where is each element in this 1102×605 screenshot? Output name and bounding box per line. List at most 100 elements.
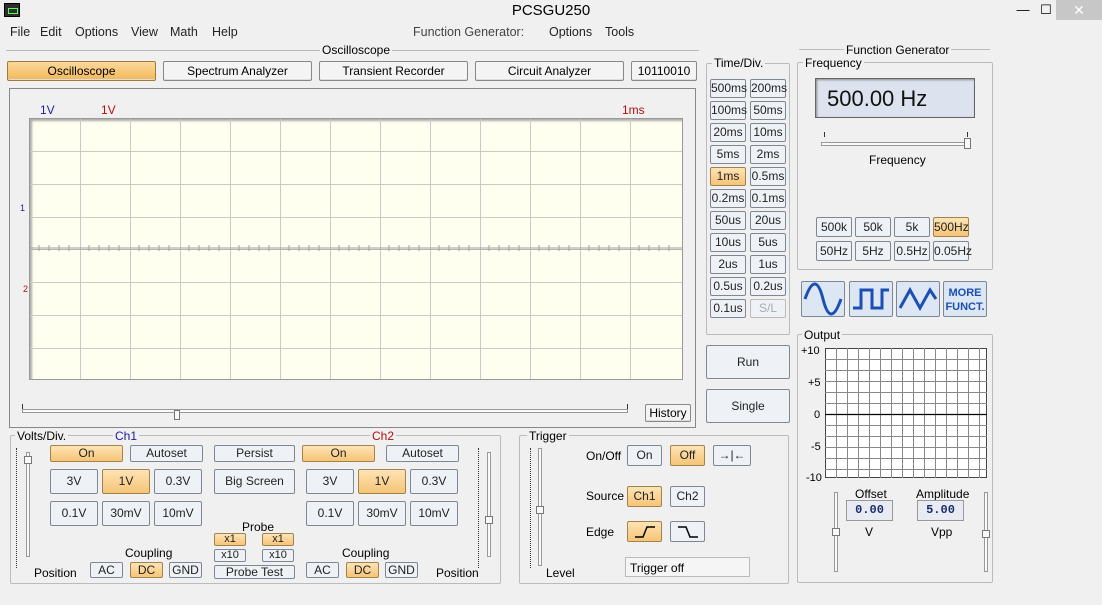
ch1-position-thumb[interactable]: [24, 456, 32, 464]
ch2-ac-button[interactable]: AC: [306, 562, 339, 578]
ch1-position-slider[interactable]: [26, 452, 30, 557]
close-button[interactable]: ✕: [1056, 0, 1102, 20]
tab-logic-code[interactable]: 10110010: [631, 61, 697, 81]
ch1-ac-button[interactable]: AC: [90, 562, 123, 578]
ch2-gnd-button[interactable]: GND: [385, 562, 418, 578]
timediv-button[interactable]: 5us: [750, 233, 786, 252]
history-slider[interactable]: [22, 409, 628, 413]
run-button[interactable]: Run: [706, 345, 790, 379]
ch2-dc-button[interactable]: DC: [346, 562, 379, 578]
ch1-1v-button[interactable]: 1V: [102, 469, 150, 494]
menu-options[interactable]: Options: [75, 25, 118, 39]
timediv-button[interactable]: S/L: [750, 299, 786, 318]
timediv-button[interactable]: 5ms: [710, 145, 746, 164]
ch2-3v-button[interactable]: 3V: [306, 469, 354, 494]
ch1-03v-button[interactable]: 0.3V: [154, 469, 202, 494]
ch2-probe-x1-button[interactable]: x1: [262, 533, 294, 546]
single-button[interactable]: Single: [706, 389, 790, 423]
timediv-button[interactable]: 20us: [750, 211, 786, 230]
fg-range-button[interactable]: 50k: [855, 217, 891, 237]
ch2-probe-x10-button[interactable]: x10: [262, 549, 294, 562]
timediv-button[interactable]: 50ms: [750, 101, 786, 120]
timediv-button[interactable]: 2us: [710, 255, 746, 274]
trigger-off-button[interactable]: Off: [670, 445, 705, 466]
ch2-10mv-button[interactable]: 10mV: [410, 501, 458, 526]
ch2-1v-button[interactable]: 1V: [358, 469, 406, 494]
history-button[interactable]: History: [645, 404, 691, 422]
fg-range-button[interactable]: 5k: [894, 217, 930, 237]
ch2-on-button[interactable]: On: [302, 445, 375, 462]
ch2-30mv-button[interactable]: 30mV: [358, 501, 406, 526]
fg-range-button[interactable]: 0.5Hz: [894, 241, 930, 261]
probe-test-button[interactable]: Probe Test: [214, 565, 295, 579]
ch2-01v-button[interactable]: 0.1V: [306, 501, 354, 526]
more-functions-label-1: MORE: [948, 287, 982, 299]
menu-view[interactable]: View: [131, 25, 158, 39]
square-wave-button[interactable]: [849, 281, 893, 317]
trigger-falling-edge-button[interactable]: [670, 521, 705, 542]
timediv-button[interactable]: 50us: [710, 211, 746, 230]
history-slider-thumb[interactable]: [174, 410, 180, 420]
timediv-button[interactable]: 1us: [750, 255, 786, 274]
trigger-source-ch2-button[interactable]: Ch2: [670, 486, 705, 507]
timediv-button[interactable]: 0.1ms: [750, 189, 786, 208]
ch1-30mv-button[interactable]: 30mV: [102, 501, 150, 526]
menu-math[interactable]: Math: [170, 25, 198, 39]
timediv-button[interactable]: 0.5ms: [750, 167, 786, 186]
timediv-button[interactable]: 20ms: [710, 123, 746, 142]
ch1-probe-x1-button[interactable]: x1: [214, 533, 246, 546]
trigger-center-button[interactable]: →|←: [713, 445, 751, 466]
ch2-position-thumb[interactable]: [485, 516, 493, 524]
fg-range-button[interactable]: 0.05Hz: [933, 241, 972, 261]
ch1-gnd-button[interactable]: GND: [169, 562, 202, 578]
ch2-autoset-button[interactable]: Autoset: [386, 445, 459, 462]
timediv-button[interactable]: 0.2ms: [710, 189, 746, 208]
big-screen-button[interactable]: Big Screen: [214, 469, 295, 494]
ch1-dc-button[interactable]: DC: [130, 562, 163, 578]
timediv-button[interactable]: 1ms: [710, 167, 746, 186]
timediv-button[interactable]: 0.5us: [710, 277, 746, 296]
tab-spectrum-analyzer[interactable]: Spectrum Analyzer: [163, 61, 312, 81]
tab-transient-recorder[interactable]: Transient Recorder: [319, 61, 468, 81]
timediv-button[interactable]: 0.2us: [750, 277, 786, 296]
ch1-on-button[interactable]: On: [50, 445, 123, 462]
ch1-10mv-button[interactable]: 10mV: [154, 501, 202, 526]
menu-fg-options[interactable]: Options: [549, 25, 592, 39]
timediv-button[interactable]: 500ms: [710, 79, 747, 98]
ch1-probe-x10-button[interactable]: x10: [214, 549, 246, 562]
timediv-button[interactable]: 10ms: [750, 123, 786, 142]
menu-file[interactable]: File: [10, 25, 30, 39]
ch2-03v-button[interactable]: 0.3V: [410, 469, 458, 494]
ch1-01v-button[interactable]: 0.1V: [50, 501, 98, 526]
menu-help[interactable]: Help: [212, 25, 238, 39]
timediv-button[interactable]: 10us: [710, 233, 746, 252]
fg-range-button[interactable]: 500k: [816, 217, 852, 237]
fg-range-button[interactable]: 50Hz: [816, 241, 852, 261]
sine-wave-button[interactable]: [801, 281, 845, 317]
menu-edit[interactable]: Edit: [40, 25, 62, 39]
amplitude-slider-thumb[interactable]: [982, 530, 990, 538]
trigger-rising-edge-button[interactable]: [627, 521, 662, 542]
ch1-autoset-button[interactable]: Autoset: [130, 445, 203, 462]
timediv-button[interactable]: 200ms: [750, 79, 787, 98]
trigger-level-thumb[interactable]: [536, 506, 544, 514]
frequency-slider[interactable]: [821, 142, 971, 146]
fg-range-button[interactable]: 5Hz: [855, 241, 891, 261]
trigger-on-button[interactable]: On: [627, 445, 662, 466]
menu-fg-tools[interactable]: Tools: [605, 25, 634, 39]
tab-oscilloscope[interactable]: Oscilloscope: [7, 61, 156, 81]
ch1-3v-button[interactable]: 3V: [50, 469, 98, 494]
voltsdiv-label: Volts/Div.: [15, 429, 69, 443]
ch2-position-slider[interactable]: [487, 452, 491, 557]
timediv-button[interactable]: 2ms: [750, 145, 786, 164]
timediv-button[interactable]: 0.1us: [710, 299, 746, 318]
timediv-button[interactable]: 100ms: [710, 101, 747, 120]
persist-button[interactable]: Persist: [214, 445, 295, 462]
tab-circuit-analyzer[interactable]: Circuit Analyzer: [475, 61, 624, 81]
more-functions-button[interactable]: MORE FUNCT.: [943, 281, 987, 317]
triangle-wave-button[interactable]: [896, 281, 940, 317]
fg-range-button[interactable]: 500Hz: [933, 217, 969, 237]
frequency-slider-thumb[interactable]: [964, 138, 971, 149]
offset-slider-thumb[interactable]: [832, 528, 840, 536]
trigger-source-ch1-button[interactable]: Ch1: [627, 486, 662, 507]
